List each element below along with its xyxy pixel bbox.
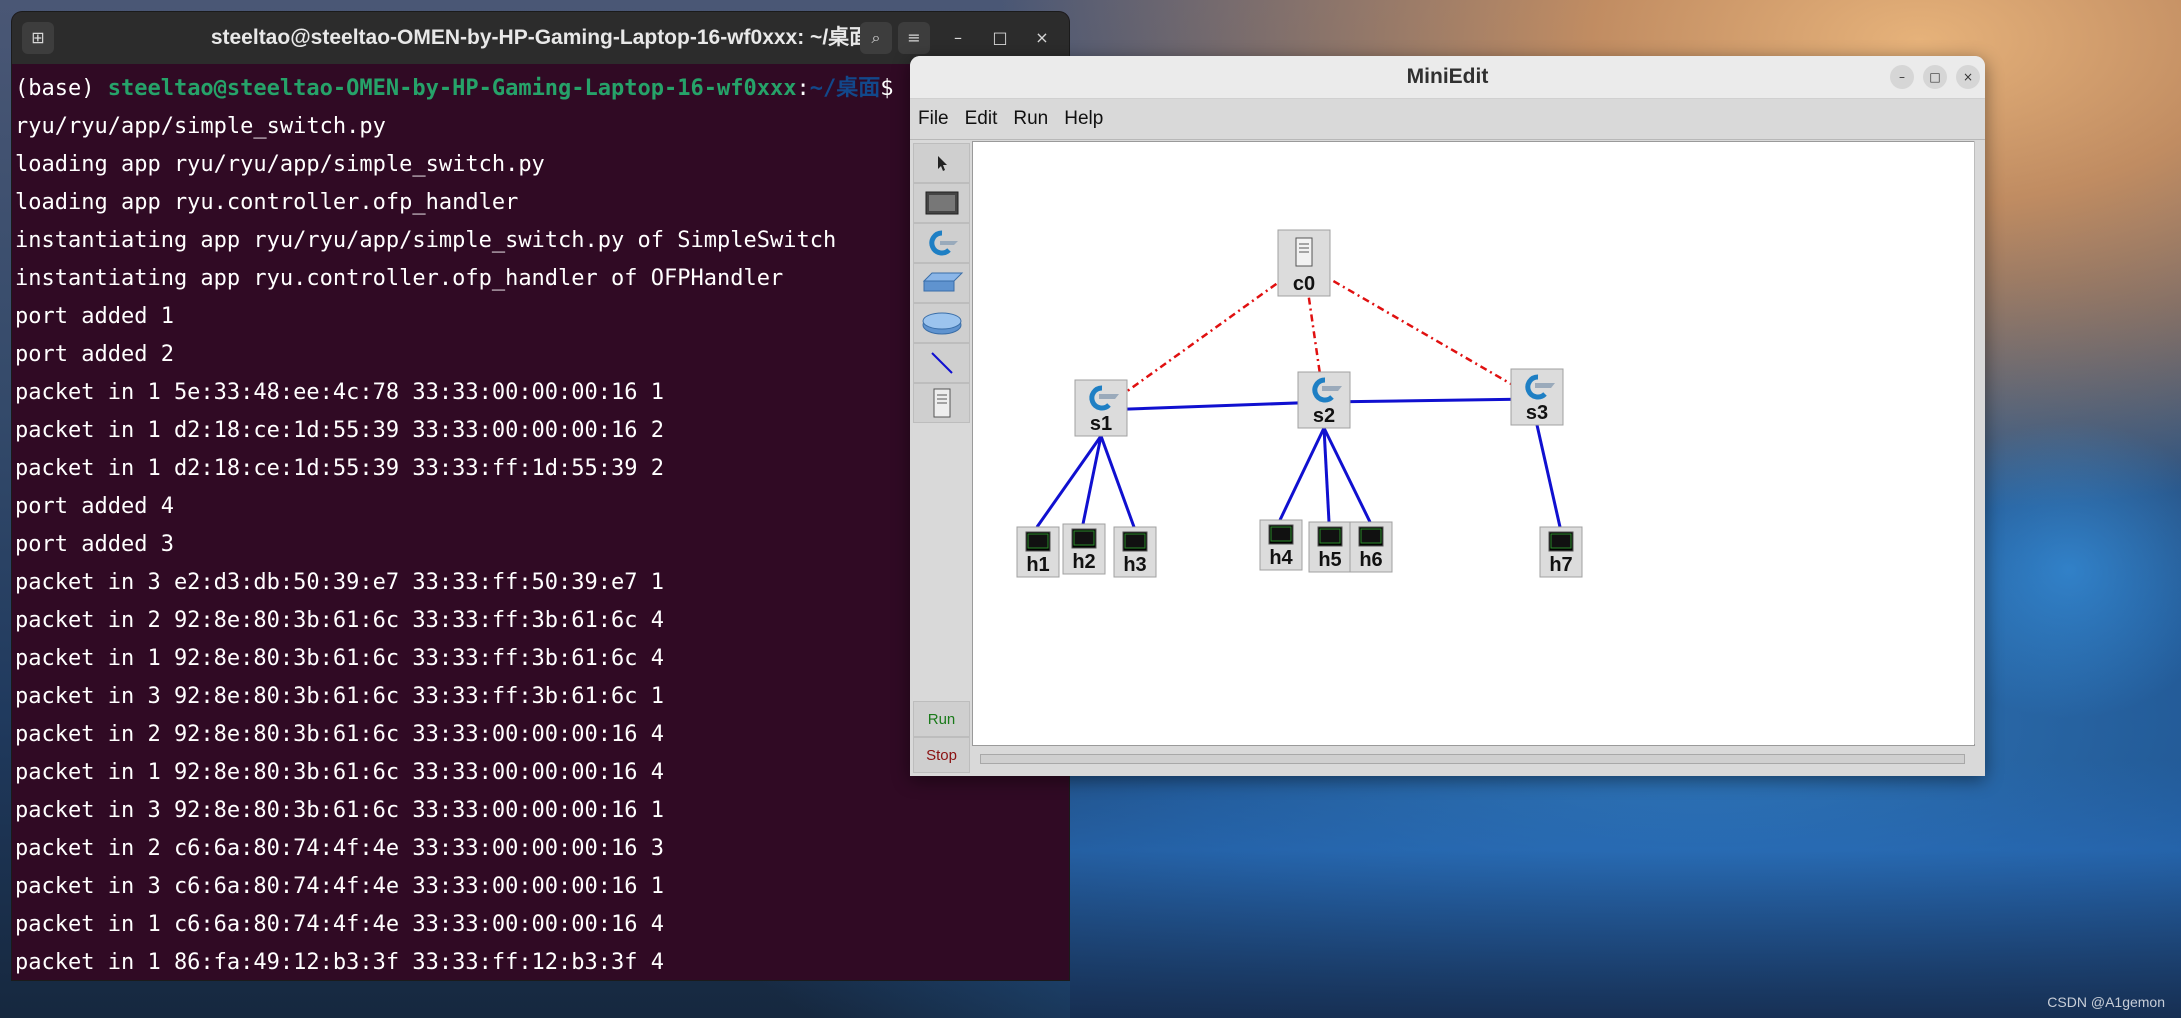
node-s2[interactable]: s2 <box>1297 371 1351 429</box>
host-tool-button[interactable] <box>913 183 970 223</box>
minimize-icon[interactable]: – <box>942 22 974 54</box>
host-monitor-icon <box>1122 531 1148 552</box>
stop-label: Stop <box>926 746 957 764</box>
data-link-s2-h6[interactable] <box>1322 427 1372 523</box>
menu-bar: File Edit Run Help <box>910 99 1985 140</box>
controller-server-icon <box>933 388 950 418</box>
node-h5[interactable]: h5 <box>1308 521 1352 573</box>
miniedit-window[interactable]: MiniEdit – □ × File Edit Run Help Run St… <box>910 56 1985 776</box>
conda-env: (base) <box>15 76 108 101</box>
node-c0[interactable]: c0 <box>1277 229 1331 297</box>
menu-help[interactable]: Help <box>1064 108 1103 130</box>
switch-tool-button[interactable] <box>913 223 970 263</box>
data-link-s2-h5[interactable] <box>1322 427 1331 523</box>
node-label: h3 <box>1123 554 1146 576</box>
terminal-line: packet in 1 c6:6a:80:74:4f:4e 33:33:00:0… <box>15 912 665 937</box>
legacy-switch-icon <box>922 272 963 292</box>
controller-tool-button[interactable] <box>913 383 970 423</box>
node-label: h6 <box>1359 549 1382 571</box>
legacy-router-tool-button[interactable] <box>913 303 970 343</box>
node-h4[interactable]: h4 <box>1259 519 1303 571</box>
close-icon[interactable]: × <box>1956 65 1980 89</box>
prompt-user: steeltao@steeltao-OMEN-by-HP-Gaming-Lapt… <box>107 76 797 101</box>
node-h6[interactable]: h6 <box>1349 521 1393 573</box>
topology-canvas[interactable]: c0 s1 s2 s3 h1 h2 h3 h4 h5 h6 h7 <box>972 141 1975 746</box>
node-label: h4 <box>1269 547 1293 569</box>
node-h1[interactable]: h1 <box>1016 526 1060 578</box>
topology-drawing[interactable]: c0 s1 s2 s3 h1 h2 h3 h4 h5 h6 h7 <box>973 142 1974 745</box>
controller-link-c0-s1[interactable] <box>1100 262 1305 412</box>
menu-run[interactable]: Run <box>1013 108 1048 130</box>
terminal-line: packet in 3 92:8e:80:3b:61:6c 33:33:00:0… <box>15 798 665 823</box>
node-label: c0 <box>1293 273 1315 295</box>
miniedit-titlebar[interactable]: MiniEdit – □ × <box>910 56 1985 99</box>
host-monitor-icon <box>925 191 958 215</box>
node-label: h7 <box>1549 554 1572 576</box>
data-link-s2-s3[interactable] <box>1323 397 1538 404</box>
prompt-path: ~/桌面 <box>809 76 881 101</box>
terminal-line: packet in 3 c6:6a:80:74:4f:4e 33:33:00:0… <box>15 874 665 899</box>
wallpaper-band <box>1070 760 2181 1018</box>
select-tool-button[interactable] <box>913 143 970 183</box>
watermark: CSDN @A1gemon <box>2047 994 2165 1010</box>
minimize-icon[interactable]: – <box>1890 65 1914 89</box>
legacy-router-icon <box>922 312 961 335</box>
host-monitor-icon <box>1358 526 1384 547</box>
maximize-icon[interactable]: □ <box>1923 65 1947 89</box>
node-s3[interactable]: s3 <box>1510 368 1564 426</box>
data-link-s1-s2[interactable] <box>1100 400 1325 412</box>
menu-file[interactable]: File <box>918 108 949 130</box>
node-label: s1 <box>1090 413 1112 435</box>
node-s1[interactable]: s1 <box>1074 379 1128 437</box>
miniedit-title: MiniEdit <box>1406 65 1489 88</box>
node-h7[interactable]: h7 <box>1539 526 1583 578</box>
host-monitor-icon <box>1025 531 1051 552</box>
horizontal-scroll-track[interactable] <box>980 754 1965 764</box>
terminal-line: packet in 1 86:fa:49:12:b3:3f 33:33:ff:1… <box>15 950 665 975</box>
prompt-colon: : <box>796 76 810 101</box>
controller-server-icon <box>1295 237 1313 267</box>
link-tool-button[interactable] <box>913 343 970 383</box>
legacy-switch-tool-button[interactable] <box>913 263 970 303</box>
node-label: s3 <box>1526 402 1548 424</box>
run-label: Run <box>927 710 956 728</box>
vertical-scrollbar[interactable] <box>1974 141 1985 744</box>
openflow-switch-icon <box>928 230 958 256</box>
node-h2[interactable]: h2 <box>1062 523 1106 575</box>
run-button[interactable]: Run <box>913 701 970 737</box>
node-label: h1 <box>1026 554 1049 576</box>
data-link-s2-h4[interactable] <box>1278 427 1326 521</box>
tool-palette: Run Stop <box>912 141 970 773</box>
menu-edit[interactable]: Edit <box>965 108 998 130</box>
host-monitor-icon <box>1268 524 1294 545</box>
maximize-icon[interactable]: □ <box>984 22 1016 54</box>
node-label: s2 <box>1313 405 1335 427</box>
data-link-s3-h7[interactable] <box>1535 424 1562 528</box>
terminal-line: packet in 2 c6:6a:80:74:4f:4e 33:33:00:0… <box>15 836 665 861</box>
data-link-s1-h3[interactable] <box>1099 435 1136 528</box>
host-monitor-icon <box>1317 526 1343 547</box>
host-monitor-icon <box>1548 531 1574 552</box>
search-icon[interactable]: ⌕ <box>860 22 892 54</box>
node-h3[interactable]: h3 <box>1113 526 1157 578</box>
hamburger-menu-icon[interactable]: ≡ <box>898 22 930 54</box>
node-label: h5 <box>1318 549 1341 571</box>
cursor-arrow-icon <box>937 156 947 171</box>
host-monitor-icon <box>1071 528 1097 549</box>
horizontal-scrollbar[interactable] <box>972 746 1973 772</box>
close-icon[interactable]: × <box>1026 22 1058 54</box>
link-line-icon <box>930 352 953 374</box>
stop-button[interactable]: Stop <box>913 737 970 773</box>
node-label: h2 <box>1072 551 1095 573</box>
